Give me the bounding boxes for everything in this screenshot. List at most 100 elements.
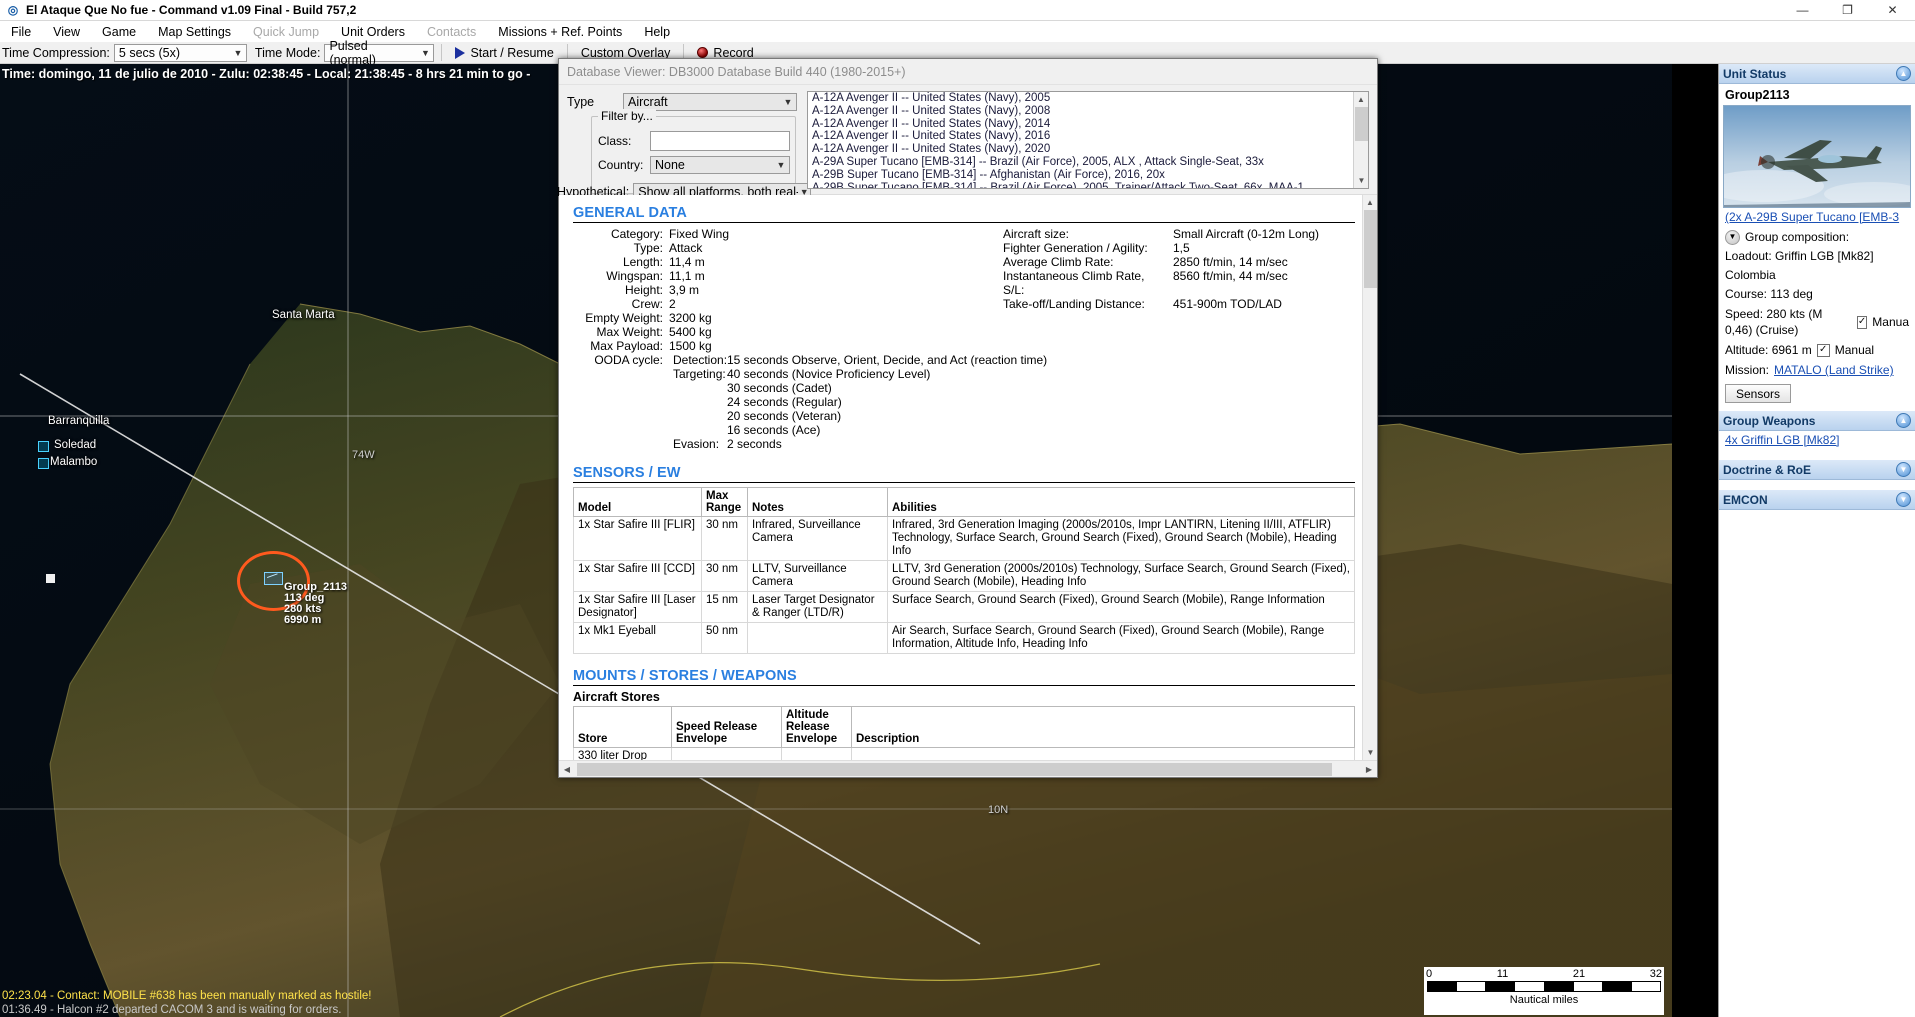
data-value: 1500 kg (669, 339, 712, 353)
col-altitude-release: Altitude Release Envelope (781, 706, 852, 748)
message-log-entry: 02:23.04 - Contact: MOBILE #638 has been… (2, 990, 372, 1002)
col-speed-release: Speed Release Envelope (671, 706, 782, 748)
data-value: Attack (669, 241, 703, 255)
mission-link[interactable]: MATALO (Land Strike) (1774, 362, 1894, 378)
scroll-left-icon[interactable]: ◀ (559, 765, 575, 774)
table-row: 1x Mk1 Eyeball 50 nm Air Search, Surface… (573, 622, 1355, 654)
database-viewer-window[interactable]: Database Viewer: DB3000 Database Build 4… (557, 58, 1378, 778)
menu-item-file[interactable]: File (0, 23, 42, 41)
scroll-up-icon[interactable]: ▲ (1363, 195, 1377, 210)
altitude-manual-checkbox[interactable]: ✓ (1816, 343, 1830, 357)
list-item[interactable]: A-29B Super Tucano [EMB-314] -- Brazil (… (808, 182, 1368, 188)
data-value: 11,1 m (669, 269, 705, 283)
sensors-table: Model Max Range Notes Abilities 1x Star … (573, 487, 1355, 654)
menu-item-missions-ref-points[interactable]: Missions + Ref. Points (487, 23, 633, 41)
group-composition-row[interactable]: ▼ Group composition: (1719, 227, 1915, 247)
list-item[interactable]: A-12A Avenger II -- United States (Navy)… (808, 92, 1368, 105)
menu-item-help[interactable]: Help (633, 23, 681, 41)
scroll-up-icon[interactable]: ▲ (1354, 92, 1368, 107)
class-input[interactable] (650, 131, 790, 151)
chevron-down-icon: ▼ (420, 47, 430, 58)
maximize-button[interactable]: ❐ (1825, 0, 1870, 21)
scrollbar-thumb[interactable] (1364, 210, 1377, 288)
chevron-down-icon[interactable]: ▼ (1896, 492, 1911, 507)
data-row: Empty Weight: 3200 kg (573, 311, 1003, 325)
ooda-sub-key (669, 423, 727, 437)
list-item[interactable]: A-29B Super Tucano [EMB-314] -- Afghanis… (808, 169, 1368, 182)
list-scrollbar[interactable]: ▲ ▼ (1353, 92, 1368, 188)
database-detail-body[interactable]: GENERAL DATA Category: Fixed Wing Type: At… (559, 195, 1377, 760)
menu-item-view[interactable]: View (42, 23, 91, 41)
close-button[interactable]: ✕ (1870, 0, 1915, 21)
waypoint-marker[interactable] (46, 574, 55, 583)
data-key: Length: (622, 255, 663, 269)
section-heading-mounts: MOUNTS / STORES / WEAPONS (573, 668, 1355, 686)
weapon-row[interactable]: 4x Griffin LGB [Mk82] (1719, 431, 1915, 450)
data-row: Height: 3,9 m (573, 283, 1003, 297)
menu-item-game[interactable]: Game (91, 23, 147, 41)
emcon-header[interactable]: EMCON ▼ (1719, 490, 1915, 510)
scroll-right-icon[interactable]: ▶ (1361, 765, 1377, 774)
cell-altitude (781, 747, 852, 760)
list-item[interactable]: A-29A Super Tucano [EMB-314] -- Brazil (… (808, 156, 1368, 169)
unit-marker-group[interactable]: Group_2113 113 deg 280 kts 6990 m (237, 551, 407, 641)
type-value: Aircraft (628, 94, 668, 109)
database-filter-panel: Type Aircraft ▼ Filter by... Class: Coun… (557, 85, 1377, 201)
group-weapons-header[interactable]: Group Weapons ▲ (1719, 411, 1915, 431)
time-compression-label: Time Compression: (2, 45, 110, 60)
scrollbar-thumb[interactable] (1355, 107, 1368, 141)
chevron-down-icon[interactable]: ▼ (1725, 229, 1740, 245)
country-select[interactable]: None ▼ (650, 156, 790, 174)
chevron-up-icon[interactable]: ▲ (1896, 66, 1911, 81)
cell-notes (747, 622, 888, 654)
list-item[interactable]: A-12A Avenger II -- United States (Navy)… (808, 105, 1368, 118)
type-select[interactable]: Aircraft ▼ (623, 92, 797, 111)
city-marker-malambo (38, 458, 49, 469)
ooda-sub-key: Targeting: (673, 367, 726, 381)
table-row: 1x Star Safire III [Laser Designator] 15… (573, 591, 1355, 623)
scale-tick-3: 32 (1649, 968, 1662, 980)
doctrine-roe-title: Doctrine & RoE (1723, 462, 1812, 477)
menu-item-map-settings[interactable]: Map Settings (147, 23, 242, 41)
speed-line: Speed: 280 kts (M 0,46) (Cruise) (1725, 307, 1823, 337)
chevron-down-icon[interactable]: ▼ (1896, 462, 1911, 477)
doctrine-roe-header[interactable]: Doctrine & RoE ▼ (1719, 460, 1915, 480)
scroll-down-icon[interactable]: ▼ (1354, 173, 1368, 188)
section-heading-general-data: GENERAL DATA (573, 205, 1355, 223)
data-row: Max Weight: 5400 kg (573, 325, 1003, 339)
message-log[interactable]: 02:23.04 - Contact: MOBILE #638 has been… (0, 989, 1372, 1017)
time-compression-select[interactable]: 5 secs (5x) ▼ (113, 43, 247, 62)
unit-type-link-row[interactable]: (2x A-29B Super Tucano [EMB-3 (1719, 208, 1915, 227)
grid-label-74w: 74W (352, 449, 375, 461)
chevron-up-icon[interactable]: ▲ (1896, 413, 1911, 428)
speed-row: Speed: 280 kts (M 0,46) (Cruise) ✓ Manua (1719, 304, 1915, 340)
detail-horizontal-scrollbar[interactable]: ◀ ▶ (559, 760, 1377, 777)
general-data-left: Category: Fixed Wing Type: Attack Length: 1… (573, 227, 1003, 353)
unit-status-header[interactable]: Unit Status ▲ (1719, 64, 1915, 84)
ooda-row: 20 seconds (Veteran) (669, 409, 1047, 423)
start-resume-button[interactable]: Start / Resume (449, 46, 559, 60)
scroll-down-icon[interactable]: ▼ (1363, 745, 1377, 760)
detail-vertical-scrollbar[interactable]: ▲ ▼ (1362, 195, 1377, 760)
map-scale-bar: 0 11 21 32 Nautical miles (1424, 967, 1664, 1015)
data-row: Type: Attack (573, 241, 1003, 255)
sensors-button[interactable]: Sensors (1725, 384, 1792, 403)
list-item[interactable]: A-12A Avenger II -- United States (Navy)… (808, 143, 1368, 156)
unit-status-sidebar[interactable]: Unit Status ▲ Group2113 (2x A-29B Super … (1718, 64, 1915, 1017)
loadout-line: Loadout: Griffin LGB [Mk82] (1725, 249, 1874, 263)
toolbar-divider (441, 44, 443, 61)
group-name: Group2113 (1725, 88, 1790, 102)
list-item[interactable]: A-12A Avenger II -- United States (Navy)… (808, 118, 1368, 131)
ooda-row: 24 seconds (Regular) (669, 395, 1047, 409)
time-mode-select[interactable]: Pulsed (normal) ▼ (324, 39, 435, 67)
speed-manual-checkbox[interactable]: ✓ (1856, 315, 1868, 329)
weapon-link[interactable]: 4x Griffin LGB [Mk82] (1725, 433, 1840, 447)
hscroll-track[interactable] (575, 762, 1361, 776)
scrollbar-thumb[interactable] (577, 762, 1332, 776)
unit-type-link[interactable]: (2x A-29B Super Tucano [EMB-3 (1725, 210, 1899, 224)
minimize-button[interactable]: — (1780, 0, 1825, 21)
list-item[interactable]: A-12A Avenger II -- United States (Navy)… (808, 130, 1368, 143)
data-value: 451-900m TOD/LAD (1173, 297, 1282, 311)
database-results-list[interactable]: A-12A Avenger II -- United States (Navy)… (807, 91, 1369, 189)
data-key: Height: (624, 283, 663, 297)
